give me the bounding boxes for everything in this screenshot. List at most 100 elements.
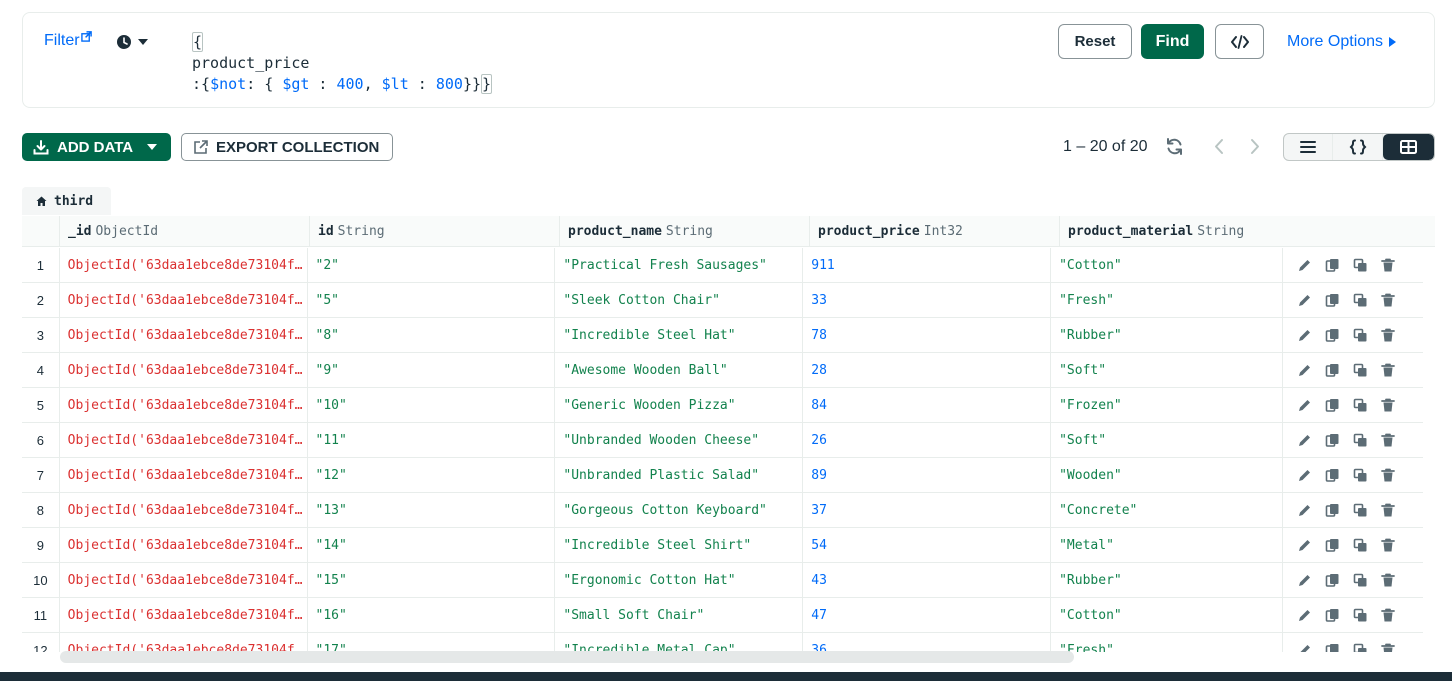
table-row[interactable]: 11 ObjectId('63daa1ebce8de73104f… "16" "… <box>22 598 1423 633</box>
cell-product-name[interactable]: "Incredible Steel Shirt" <box>555 528 804 562</box>
cell-objectid[interactable]: ObjectId('63daa1ebce8de73104f… <box>60 528 308 562</box>
find-button[interactable]: Find <box>1141 24 1204 59</box>
cell-product-name[interactable]: "Incredible Metal Cap" <box>555 633 804 652</box>
cell-id[interactable]: "12" <box>308 458 556 492</box>
cell-objectid[interactable]: ObjectId('63daa1ebce8de73104f… <box>60 633 308 652</box>
copy-icon[interactable] <box>1325 573 1340 588</box>
delete-icon[interactable] <box>1381 293 1396 308</box>
horizontal-scrollbar[interactable] <box>60 651 1074 663</box>
column-header[interactable]: product_material String <box>1060 216 1294 246</box>
delete-icon[interactable] <box>1381 363 1396 378</box>
delete-icon[interactable] <box>1381 328 1396 343</box>
table-row[interactable]: 8 ObjectId('63daa1ebce8de73104f… "13" "G… <box>22 493 1423 528</box>
cell-id[interactable]: "5" <box>308 283 556 317</box>
edit-icon[interactable] <box>1297 328 1312 343</box>
cell-product-material[interactable]: "Rubber" <box>1051 563 1284 597</box>
filter-link[interactable]: Filter <box>44 31 92 50</box>
table-row[interactable]: 4 ObjectId('63daa1ebce8de73104f… "9" "Aw… <box>22 353 1423 388</box>
clone-icon[interactable] <box>1353 503 1368 518</box>
table-row[interactable]: 5 ObjectId('63daa1ebce8de73104f… "10" "G… <box>22 388 1423 423</box>
cell-product-price[interactable]: 28 <box>803 353 1052 387</box>
copy-icon[interactable] <box>1325 503 1340 518</box>
edit-icon[interactable] <box>1297 503 1312 518</box>
export-to-language-button[interactable] <box>1215 24 1264 59</box>
cell-product-material[interactable]: "Cotton" <box>1051 598 1284 632</box>
cell-id[interactable]: "9" <box>308 353 556 387</box>
cell-product-price[interactable]: 84 <box>803 388 1052 422</box>
copy-icon[interactable] <box>1325 433 1340 448</box>
clone-icon[interactable] <box>1353 398 1368 413</box>
table-row[interactable]: 9 ObjectId('63daa1ebce8de73104f… "14" "I… <box>22 528 1423 563</box>
chevron-right-icon[interactable] <box>1248 137 1262 156</box>
copy-icon[interactable] <box>1325 643 1340 653</box>
cell-product-price[interactable]: 36 <box>803 633 1052 652</box>
cell-product-name[interactable]: "Unbranded Plastic Salad" <box>555 458 804 492</box>
cell-objectid[interactable]: ObjectId('63daa1ebce8de73104f… <box>60 283 308 317</box>
clone-icon[interactable] <box>1353 468 1368 483</box>
cell-id[interactable]: "11" <box>308 423 556 457</box>
table-row[interactable]: 2 ObjectId('63daa1ebce8de73104f… "5" "Sl… <box>22 283 1423 318</box>
copy-icon[interactable] <box>1325 258 1340 273</box>
cell-objectid[interactable]: ObjectId('63daa1ebce8de73104f… <box>60 423 308 457</box>
cell-id[interactable]: "16" <box>308 598 556 632</box>
cell-objectid[interactable]: ObjectId('63daa1ebce8de73104f… <box>60 388 308 422</box>
table-row[interactable]: 3 ObjectId('63daa1ebce8de73104f… "8" "In… <box>22 318 1423 353</box>
edit-icon[interactable] <box>1297 398 1312 413</box>
clone-icon[interactable] <box>1353 573 1368 588</box>
cell-product-material[interactable]: "Fresh" <box>1051 283 1284 317</box>
copy-icon[interactable] <box>1325 608 1340 623</box>
cell-product-price[interactable]: 37 <box>803 493 1052 527</box>
cell-objectid[interactable]: ObjectId('63daa1ebce8de73104f… <box>60 458 308 492</box>
column-header[interactable]: product_price Int32 <box>810 216 1060 246</box>
copy-icon[interactable] <box>1325 538 1340 553</box>
delete-icon[interactable] <box>1381 503 1396 518</box>
cell-product-price[interactable]: 33 <box>803 283 1052 317</box>
cell-product-price[interactable]: 78 <box>803 318 1052 352</box>
column-header[interactable]: product_name String <box>560 216 810 246</box>
column-header[interactable]: _id ObjectId <box>60 216 310 246</box>
edit-icon[interactable] <box>1297 608 1312 623</box>
clone-icon[interactable] <box>1353 258 1368 273</box>
table-row[interactable]: 6 ObjectId('63daa1ebce8de73104f… "11" "U… <box>22 423 1423 458</box>
cell-product-material[interactable]: "Wooden" <box>1051 458 1284 492</box>
reset-button[interactable]: Reset <box>1058 24 1132 59</box>
cell-product-name[interactable]: "Small Soft Chair" <box>555 598 804 632</box>
cell-product-name[interactable]: "Practical Fresh Sausages" <box>555 248 804 282</box>
table-row[interactable]: 12 ObjectId('63daa1ebce8de73104f… "17" "… <box>22 633 1423 652</box>
edit-icon[interactable] <box>1297 468 1312 483</box>
edit-icon[interactable] <box>1297 293 1312 308</box>
chevron-left-icon[interactable] <box>1212 137 1226 156</box>
more-options-button[interactable]: More Options <box>1287 33 1397 51</box>
cell-product-price[interactable]: 26 <box>803 423 1052 457</box>
cell-product-name[interactable]: "Sleek Cotton Chair" <box>555 283 804 317</box>
cell-product-name[interactable]: "Awesome Wooden Ball" <box>555 353 804 387</box>
clone-icon[interactable] <box>1353 643 1368 653</box>
clone-icon[interactable] <box>1353 608 1368 623</box>
list-view-button[interactable] <box>1284 134 1334 160</box>
cell-product-material[interactable]: "Soft" <box>1051 423 1284 457</box>
cell-id[interactable]: "14" <box>308 528 556 562</box>
cell-product-material[interactable]: "Concrete" <box>1051 493 1284 527</box>
copy-icon[interactable] <box>1325 468 1340 483</box>
copy-icon[interactable] <box>1325 328 1340 343</box>
table-row[interactable]: 10 ObjectId('63daa1ebce8de73104f… "15" "… <box>22 563 1423 598</box>
edit-icon[interactable] <box>1297 363 1312 378</box>
cell-objectid[interactable]: ObjectId('63daa1ebce8de73104f… <box>60 493 308 527</box>
edit-icon[interactable] <box>1297 573 1312 588</box>
cell-product-price[interactable]: 911 <box>803 248 1052 282</box>
cell-product-price[interactable]: 54 <box>803 528 1052 562</box>
cell-objectid[interactable]: ObjectId('63daa1ebce8de73104f… <box>60 563 308 597</box>
delete-icon[interactable] <box>1381 608 1396 623</box>
cell-product-material[interactable]: "Cotton" <box>1051 248 1284 282</box>
edit-icon[interactable] <box>1297 538 1312 553</box>
delete-icon[interactable] <box>1381 468 1396 483</box>
table-row[interactable]: 7 ObjectId('63daa1ebce8de73104f… "12" "U… <box>22 458 1423 493</box>
cell-product-name[interactable]: "Gorgeous Cotton Keyboard" <box>555 493 804 527</box>
delete-icon[interactable] <box>1381 433 1396 448</box>
cell-objectid[interactable]: ObjectId('63daa1ebce8de73104f… <box>60 248 308 282</box>
delete-icon[interactable] <box>1381 258 1396 273</box>
cell-product-name[interactable]: "Ergonomic Cotton Hat" <box>555 563 804 597</box>
copy-icon[interactable] <box>1325 293 1340 308</box>
breadcrumb[interactable]: third <box>22 187 111 215</box>
edit-icon[interactable] <box>1297 643 1312 653</box>
